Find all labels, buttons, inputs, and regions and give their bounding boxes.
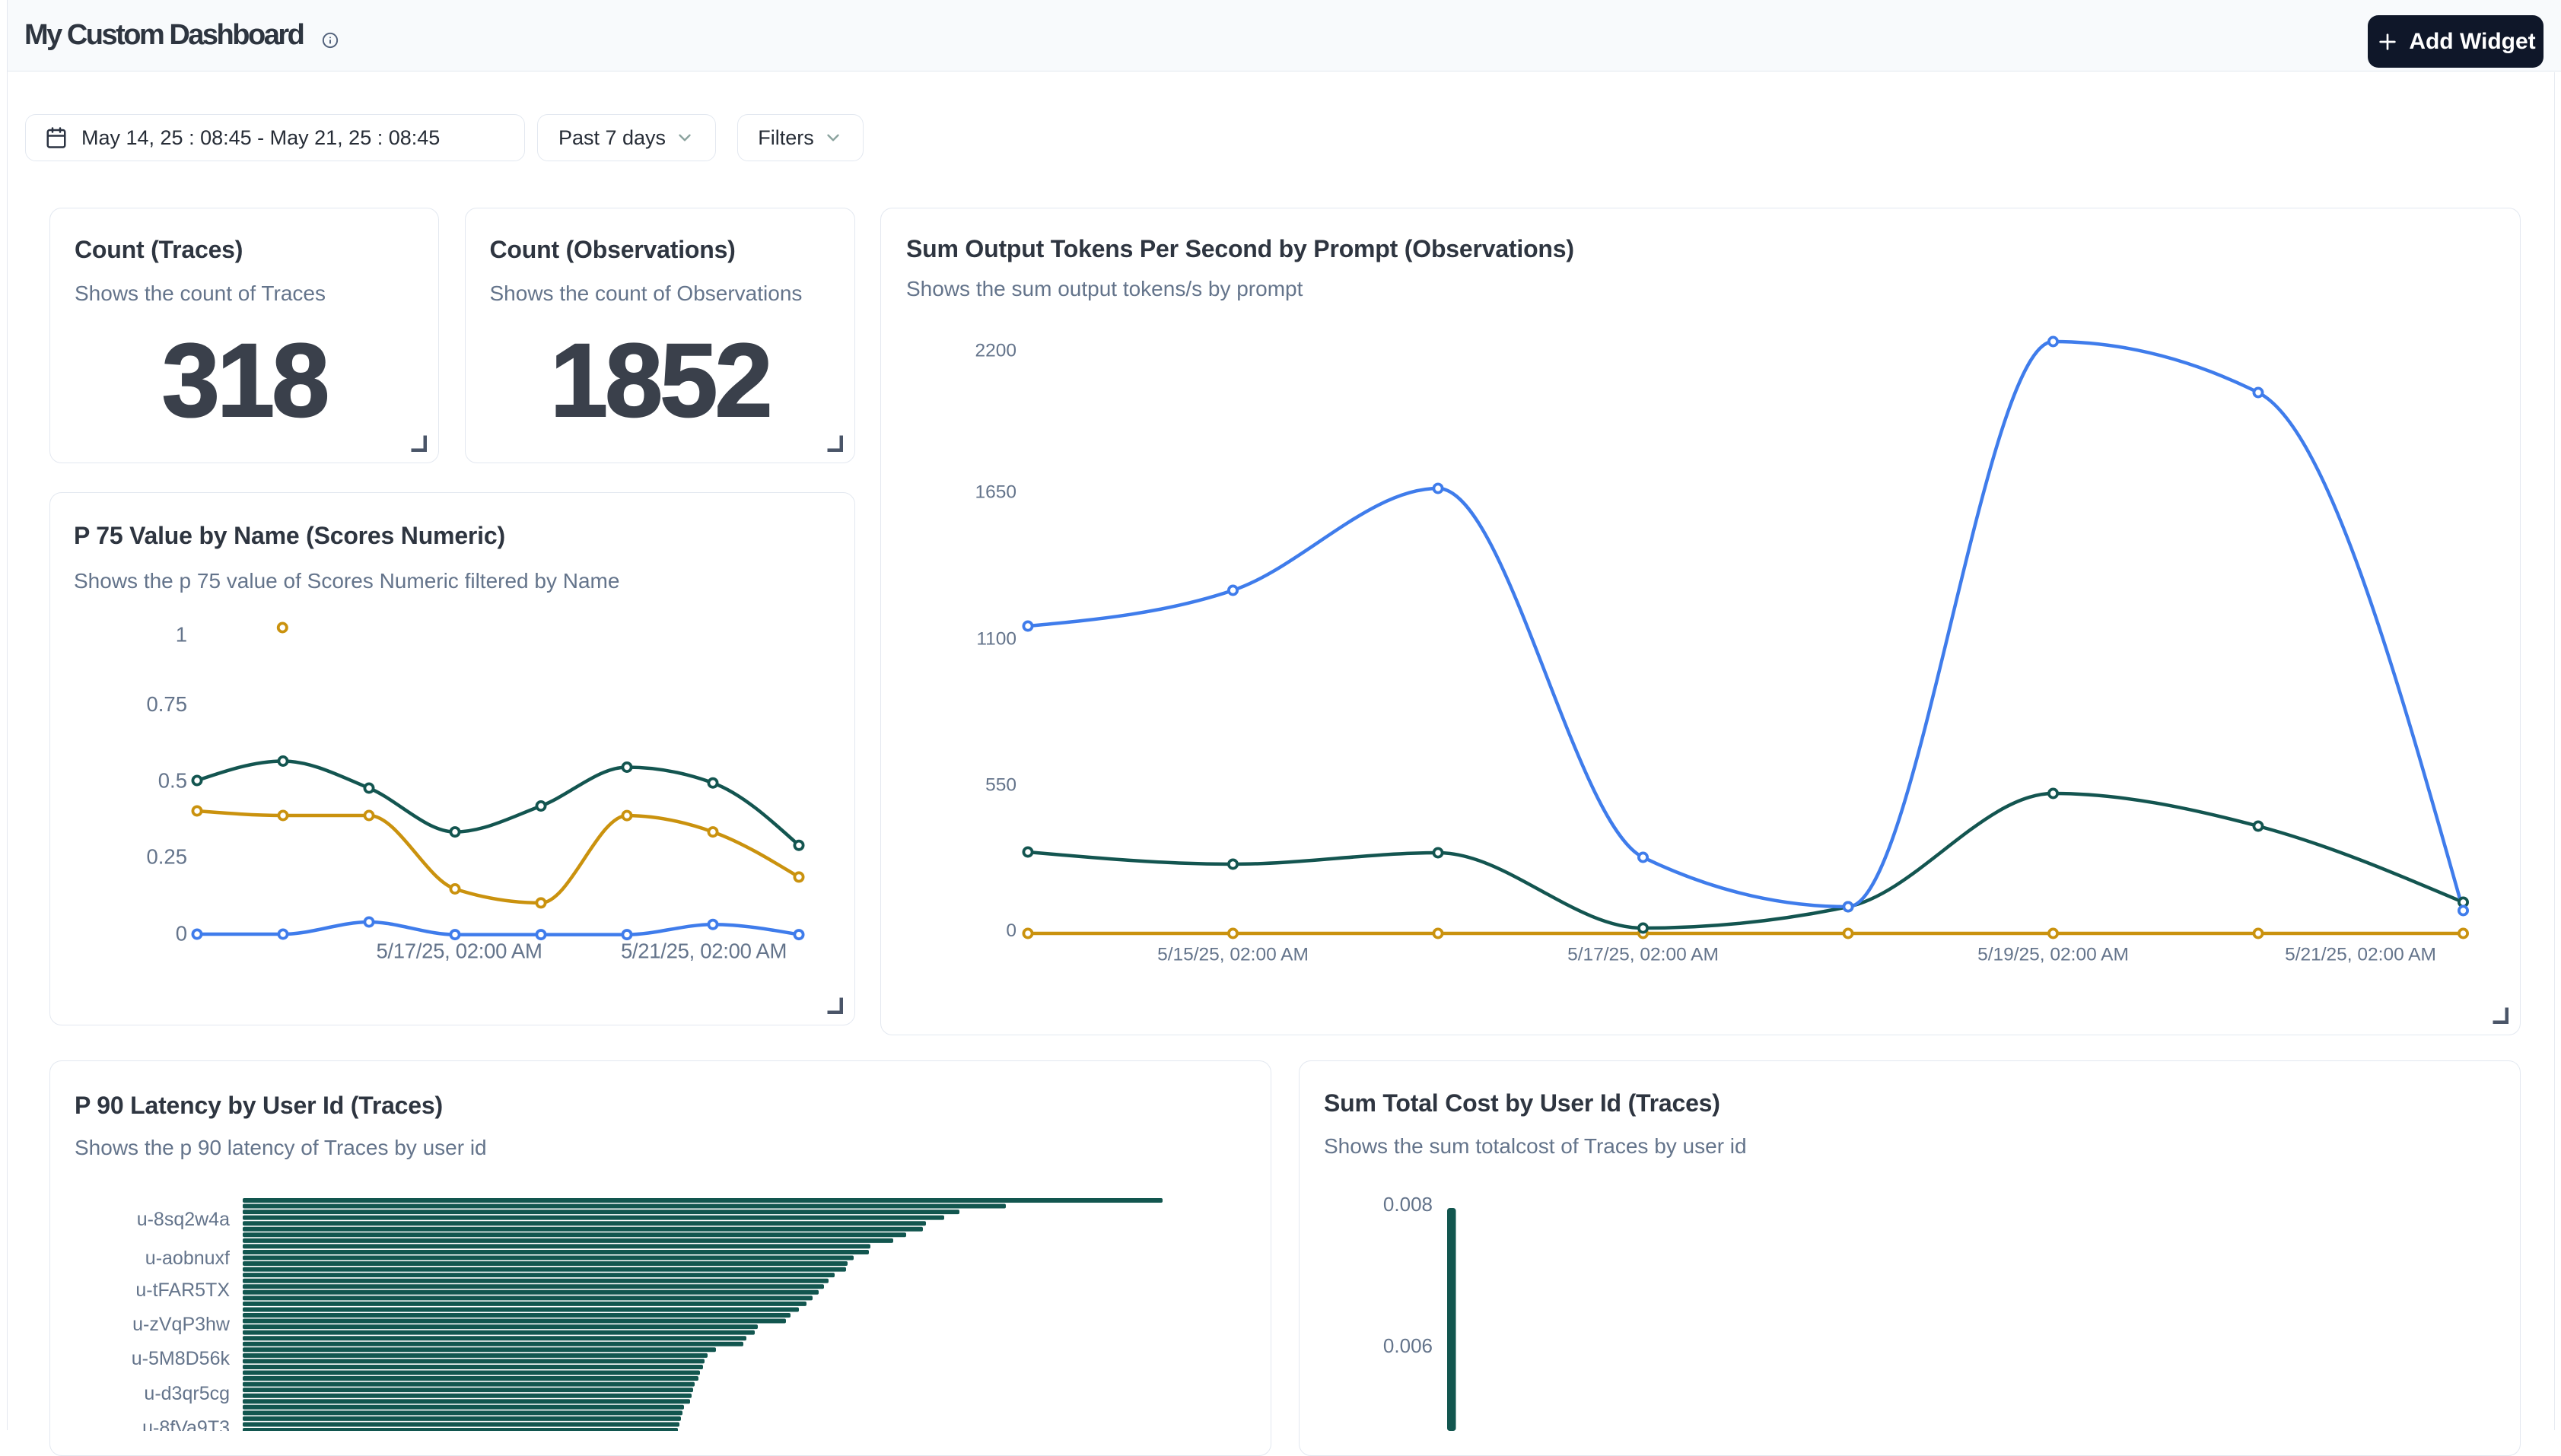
svg-text:1650: 1650 [975,482,1016,503]
svg-text:2200: 2200 [975,341,1016,361]
svg-text:0.25: 0.25 [146,845,187,869]
svg-text:0.008: 0.008 [1383,1193,1433,1216]
svg-text:u-tFAR5TX: u-tFAR5TX [135,1280,230,1301]
svg-text:5/15/25, 02:00 AM: 5/15/25, 02:00 AM [1157,945,1309,965]
svg-text:0: 0 [1006,920,1016,941]
svg-text:0.75: 0.75 [146,692,187,716]
svg-text:1: 1 [176,623,187,647]
svg-text:u-zVqP3hw: u-zVqP3hw [132,1314,231,1335]
svg-text:5/17/25, 02:00 AM: 5/17/25, 02:00 AM [1567,945,1719,965]
svg-text:u-8fVa9T3: u-8fVa9T3 [142,1417,230,1431]
svg-text:550: 550 [985,775,1016,796]
svg-text:1100: 1100 [976,629,1016,650]
svg-text:0.006: 0.006 [1383,1334,1433,1357]
svg-text:u-5M8D56k: u-5M8D56k [132,1348,231,1369]
svg-text:0.5: 0.5 [158,769,187,793]
svg-text:0: 0 [176,922,187,946]
svg-text:u-d3qr5cg: u-d3qr5cg [144,1383,230,1404]
svg-text:5/17/25, 02:00 AM: 5/17/25, 02:00 AM [376,939,542,963]
svg-text:u-aobnuxf: u-aobnuxf [145,1248,230,1269]
svg-text:u-8sq2w4a: u-8sq2w4a [137,1209,230,1230]
svg-text:5/19/25, 02:00 AM: 5/19/25, 02:00 AM [1977,945,2129,965]
svg-text:5/21/25, 02:00 AM: 5/21/25, 02:00 AM [621,939,787,963]
svg-text:5/21/25, 02:00 AM: 5/21/25, 02:00 AM [2285,945,2436,965]
